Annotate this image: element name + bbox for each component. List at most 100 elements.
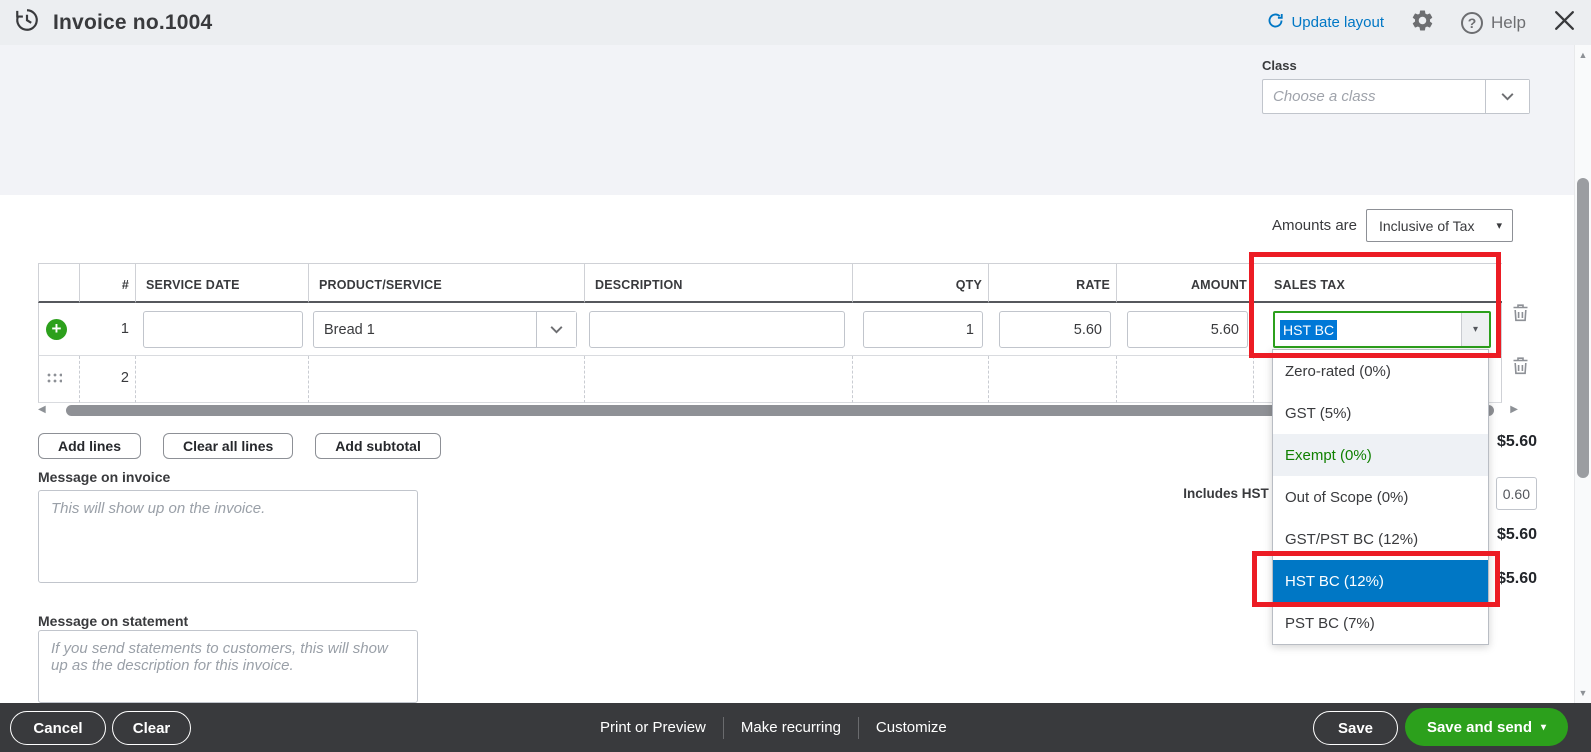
scroll-down-icon[interactable]: ▼ [1575, 688, 1591, 698]
column-header-product-service: PRODUCT/SERVICE [308, 263, 584, 303]
column-header-spacer [38, 263, 79, 303]
vertical-scrollbar: ▲ ▼ [1574, 45, 1591, 703]
row2-service-date-cell[interactable] [135, 356, 308, 403]
row1-service-date-cell [135, 303, 308, 356]
add-subtotal-button[interactable]: Add subtotal [315, 433, 441, 459]
message-on-statement-label: Message on statement [38, 613, 189, 629]
subtotal-value: $5.60 [1496, 433, 1537, 450]
topbar-right: Update layout ? Help [1267, 8, 1577, 38]
scroll-up-icon[interactable]: ▲ [1575, 50, 1591, 60]
row1-rate-cell [988, 303, 1116, 356]
column-header-qty: QTY [852, 263, 988, 303]
make-recurring-link[interactable]: Make recurring [741, 719, 841, 736]
row1-amount-input[interactable] [1127, 311, 1248, 348]
invoice-editor-window: Invoice no.1004 Update layout ? Help Cla… [0, 0, 1591, 752]
row1-product-combo [313, 311, 577, 348]
drag-handle-icon[interactable] [46, 372, 62, 385]
column-header-service-date: SERVICE DATE [135, 263, 308, 303]
message-on-invoice-label: Message on invoice [38, 469, 171, 485]
row1-actions-cell [1502, 303, 1540, 356]
amounts-are-value: Inclusive of Tax [1379, 217, 1475, 234]
history-icon[interactable] [14, 7, 40, 38]
tax-option-pst-bc[interactable]: PST BC (7%) [1273, 602, 1488, 644]
column-header-actions [1502, 263, 1540, 303]
column-header-rate: RATE [988, 263, 1116, 303]
row1-add-cell: + [38, 303, 79, 356]
message-on-statement-textarea[interactable] [38, 630, 418, 703]
message-on-invoice-textarea[interactable] [38, 490, 418, 583]
class-field: Class [1262, 58, 1530, 114]
row2-trash-icon[interactable] [1512, 357, 1529, 379]
cancel-button[interactable]: Cancel [10, 711, 106, 745]
row1-amount-cell [1116, 303, 1253, 356]
form-header-band: Class [0, 45, 1591, 195]
row2-amount-cell[interactable] [1116, 356, 1253, 403]
help-button[interactable]: ? Help [1461, 11, 1526, 34]
tax-option-exempt[interactable]: Exempt (0%) [1273, 434, 1488, 476]
scroll-right-icon[interactable]: ▶ [1510, 404, 1518, 415]
help-label: Help [1491, 12, 1526, 32]
line-actions: Add lines Clear all lines Add subtotal [38, 433, 441, 459]
row2-drag-cell [38, 356, 79, 403]
column-header-amount: AMOUNT [1116, 263, 1253, 303]
row1-product-chevron-down-icon[interactable] [536, 312, 576, 347]
print-or-preview-link[interactable]: Print or Preview [600, 719, 706, 736]
footer-links: Print or Preview Make recurring Customiz… [600, 703, 947, 752]
row1-product-input[interactable] [314, 312, 536, 347]
clear-all-lines-button[interactable]: Clear all lines [163, 433, 294, 459]
row1-sales-tax-dropdown-arrow[interactable]: ▾ [1461, 313, 1489, 346]
row1-qty-input[interactable] [863, 311, 983, 348]
close-icon[interactable] [1552, 8, 1577, 38]
tax-option-out-of-scope[interactable]: Out of Scope (0%) [1273, 476, 1488, 518]
footer-divider [857, 716, 859, 739]
row1-rate-input[interactable] [999, 311, 1111, 348]
footer-divider [722, 716, 724, 739]
row1-product-cell [308, 303, 584, 356]
tax-option-zero-rated[interactable]: Zero-rated (0%) [1273, 350, 1488, 392]
column-header-description: DESCRIPTION [584, 263, 852, 303]
save-and-send-label: Save and send [1426, 718, 1532, 736]
update-layout-link[interactable]: Update layout [1267, 12, 1384, 33]
row2-description-cell[interactable] [584, 356, 852, 403]
clear-button[interactable]: Clear [112, 711, 191, 745]
row2-rate-cell[interactable] [988, 356, 1116, 403]
dropdown-arrow-icon: ▾ [1496, 220, 1502, 232]
tax-option-gst-pst-bc[interactable]: GST/PST BC (12%) [1273, 518, 1488, 560]
add-lines-button[interactable]: Add lines [38, 433, 142, 459]
tax-option-hst-bc[interactable]: HST BC (12%) [1273, 560, 1488, 602]
add-row-plus-icon[interactable]: + [46, 319, 67, 340]
amounts-are-select[interactable]: Inclusive of Tax ▾ [1366, 209, 1513, 242]
topbar-left: Invoice no.1004 [14, 7, 212, 38]
dropdown-arrow-icon: ▾ [1541, 721, 1547, 733]
class-chevron-down-icon[interactable] [1485, 80, 1529, 113]
save-button[interactable]: Save [1313, 711, 1398, 745]
update-layout-label: Update layout [1291, 14, 1385, 31]
balance-due-value: $5.60 [1496, 570, 1537, 587]
row1-trash-icon[interactable] [1512, 304, 1529, 326]
footer-bar: Cancel Clear Print or Preview Make recur… [0, 703, 1591, 752]
row2-number: 2 [79, 356, 135, 403]
class-input[interactable] [1263, 80, 1485, 113]
scroll-left-icon[interactable]: ◀ [38, 404, 46, 415]
includes-tax-label: Includes HST ( [1183, 486, 1277, 501]
row1-description-input[interactable] [589, 311, 845, 348]
customize-link[interactable]: Customize [876, 719, 947, 736]
save-and-send-button[interactable]: Save and send ▾ [1405, 708, 1568, 746]
row2-qty-cell[interactable] [852, 356, 988, 403]
vertical-scrollbar-thumb[interactable] [1577, 178, 1589, 478]
dropdown-arrow-icon: ▾ [1472, 324, 1479, 335]
total-value: $5.60 [1496, 526, 1537, 543]
column-header-num: # [79, 263, 135, 303]
tax-option-gst[interactable]: GST (5%) [1273, 392, 1488, 434]
settings-gear-icon[interactable] [1410, 8, 1435, 38]
row2-product-cell[interactable] [308, 356, 584, 403]
tax-amount-input[interactable] [1496, 477, 1537, 510]
amounts-are-label: Amounts are [1271, 217, 1357, 234]
sales-tax-dropdown-menu: Zero-rated (0%) GST (5%) Exempt (0%) Out… [1272, 349, 1489, 645]
class-combo [1262, 79, 1530, 114]
row1-sales-tax-input[interactable]: HST BC ▾ [1273, 311, 1491, 348]
column-header-sales-tax: SALES TAX [1253, 263, 1502, 303]
topbar: Invoice no.1004 Update layout ? Help [0, 0, 1591, 45]
row1-service-date-input[interactable] [143, 311, 303, 348]
question-icon: ? [1461, 11, 1484, 34]
